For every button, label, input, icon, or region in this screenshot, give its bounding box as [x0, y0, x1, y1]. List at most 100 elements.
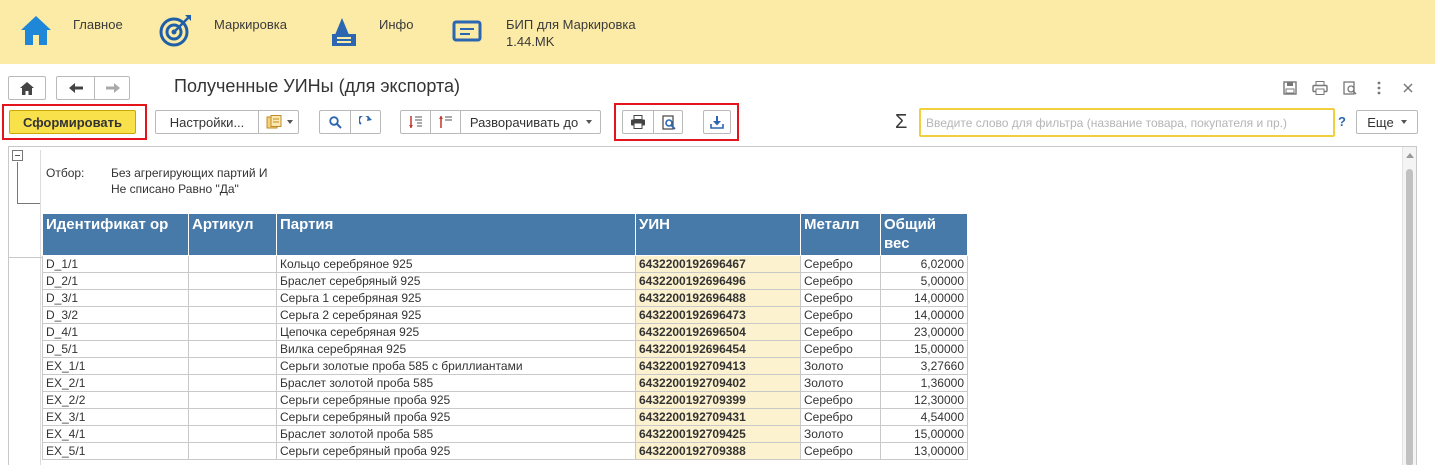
sum-icon[interactable]: Σ — [895, 111, 907, 133]
table-row[interactable]: D_1/1 Кольцо серебряное 925 64322001926964… — [42, 255, 968, 273]
cell-batch[interactable]: Браслет золотой проба 585 — [276, 374, 636, 392]
more-vertical-icon[interactable] — [1370, 79, 1388, 97]
section-bip[interactable]: БИП для Маркировка 1.44.MK — [450, 0, 650, 64]
cell-metal[interactable]: Серебро — [800, 289, 881, 307]
cell-article[interactable] — [188, 425, 277, 443]
cell-batch[interactable]: Кольцо серебряное 925 — [276, 255, 636, 273]
cell-metal[interactable]: Серебро — [800, 323, 881, 341]
print-button[interactable] — [623, 111, 653, 133]
save-icon[interactable] — [1281, 79, 1299, 97]
cell-id[interactable]: D_3/1 — [42, 289, 189, 307]
variants-dropdown[interactable] — [259, 111, 299, 133]
cell-uin[interactable]: 6432200192709402 — [635, 374, 801, 392]
cell-uin[interactable]: 6432200192709388 — [635, 442, 801, 460]
cell-weight[interactable]: 4,54000 — [880, 408, 968, 426]
preview-window-icon[interactable] — [1341, 79, 1359, 97]
cell-uin[interactable]: 6432200192709413 — [635, 357, 801, 375]
cell-uin[interactable]: 6432200192709425 — [635, 425, 801, 443]
cell-batch[interactable]: Серьги золотые проба 585 с бриллиантами — [276, 357, 636, 375]
cell-metal[interactable]: Серебро — [800, 272, 881, 290]
cell-article[interactable] — [188, 255, 277, 273]
cell-uin[interactable]: 6432200192696467 — [635, 255, 801, 273]
cell-id[interactable]: D_4/1 — [42, 323, 189, 341]
cell-article[interactable] — [188, 272, 277, 290]
filter-search-input[interactable]: Введите слово для фильтра (название това… — [919, 108, 1335, 137]
cell-id[interactable]: D_2/1 — [42, 272, 189, 290]
table-row[interactable]: EX_4/1 Браслет золотой проба 585 643220019… — [42, 425, 968, 443]
table-row[interactable]: EX_2/1 Браслет золотой проба 585 643220019… — [42, 374, 968, 392]
cell-weight[interactable]: 15,00000 — [880, 340, 968, 358]
cell-batch[interactable]: Браслет серебряный 925 — [276, 272, 636, 290]
cell-uin[interactable]: 6432200192709399 — [635, 391, 801, 409]
cell-metal[interactable]: Серебро — [800, 255, 881, 273]
settings-button[interactable]: Настройки... — [156, 111, 258, 133]
cell-weight[interactable]: 5,00000 — [880, 272, 968, 290]
cell-weight[interactable]: 15,00000 — [880, 425, 968, 443]
cell-article[interactable] — [188, 323, 277, 341]
cell-batch[interactable]: Серьга 1 серебряная 925 — [276, 289, 636, 307]
help-link[interactable]: ? — [1338, 114, 1346, 129]
table-row[interactable]: D_5/1 Вилка серебряная 925 643220019269645… — [42, 340, 968, 358]
section-info[interactable]: Инфо — [326, 0, 426, 64]
cell-batch[interactable]: Серьги серебряные проба 925 — [276, 391, 636, 409]
cell-weight[interactable]: 23,00000 — [880, 323, 968, 341]
expand-all-button[interactable] — [401, 111, 430, 133]
cell-article[interactable] — [188, 374, 277, 392]
cell-article[interactable] — [188, 442, 277, 460]
cell-id[interactable]: EX_2/1 — [42, 374, 189, 392]
table-row[interactable]: D_3/2 Серьга 2 серебряная 925 643220019269… — [42, 306, 968, 324]
cell-metal[interactable]: Золото — [800, 357, 881, 375]
cell-article[interactable] — [188, 340, 277, 358]
cell-uin[interactable]: 6432200192696496 — [635, 272, 801, 290]
cell-weight[interactable]: 12,30000 — [880, 391, 968, 409]
scroll-up-icon[interactable] — [1406, 153, 1414, 158]
cell-uin[interactable]: 6432200192696454 — [635, 340, 801, 358]
cell-batch[interactable]: Серьги серебряный проба 925 — [276, 408, 636, 426]
cell-batch[interactable]: Браслет золотой проба 585 — [276, 425, 636, 443]
cell-weight[interactable]: 14,00000 — [880, 289, 968, 307]
table-row[interactable]: D_2/1 Браслет серебряный 925 6432200192696… — [42, 272, 968, 290]
cell-metal[interactable]: Серебро — [800, 306, 881, 324]
cell-metal[interactable]: Серебро — [800, 340, 881, 358]
print-preview-button[interactable] — [654, 111, 683, 133]
cell-uin[interactable]: 6432200192709431 — [635, 408, 801, 426]
section-marking[interactable]: Маркировка — [158, 0, 298, 64]
cell-batch[interactable]: Вилка серебряная 925 — [276, 340, 636, 358]
cell-id[interactable]: D_3/2 — [42, 306, 189, 324]
table-row[interactable]: EX_2/2 Серьги серебряные проба 925 6432200… — [42, 391, 968, 409]
cell-id[interactable]: D_5/1 — [42, 340, 189, 358]
cell-id[interactable]: EX_5/1 — [42, 442, 189, 460]
cell-uin[interactable]: 6432200192696504 — [635, 323, 801, 341]
cell-article[interactable] — [188, 391, 277, 409]
find-next-button[interactable] — [351, 111, 381, 133]
cell-id[interactable]: D_1/1 — [42, 255, 189, 273]
cell-metal[interactable]: Серебро — [800, 391, 881, 409]
vertical-scrollbar[interactable] — [1402, 147, 1416, 465]
back-button[interactable] — [57, 77, 94, 99]
section-main[interactable]: Главное — [18, 0, 138, 64]
save-to-file-button[interactable] — [703, 110, 731, 134]
find-button[interactable] — [320, 111, 350, 133]
header-weight[interactable]: Общий вес — [880, 213, 968, 256]
cell-article[interactable] — [188, 408, 277, 426]
more-dropdown[interactable]: Еще — [1356, 110, 1418, 134]
table-row[interactable]: D_3/1 Серьга 1 серебряная 925 643220019269… — [42, 289, 968, 307]
cell-id[interactable]: EX_2/2 — [42, 391, 189, 409]
cell-weight[interactable]: 14,00000 — [880, 306, 968, 324]
header-uin[interactable]: УИН — [635, 213, 801, 256]
header-id[interactable]: Идентификат ор ↓≡ — [42, 200, 189, 256]
generate-button[interactable]: Сформировать — [9, 110, 136, 134]
scrollbar-thumb[interactable] — [1406, 169, 1413, 465]
header-metal[interactable]: Металл — [800, 213, 881, 256]
print-window-icon[interactable] — [1311, 79, 1329, 97]
cell-weight[interactable]: 6,02000 — [880, 255, 968, 273]
table-row[interactable]: D_4/1 Цепочка серебряная 925 6432200192696… — [42, 323, 968, 341]
cell-weight[interactable]: 1,36000 — [880, 374, 968, 392]
cell-uin[interactable]: 6432200192696488 — [635, 289, 801, 307]
cell-article[interactable] — [188, 289, 277, 307]
cell-batch[interactable]: Серьги серебряный проба 925 — [276, 442, 636, 460]
header-batch[interactable]: Партия — [276, 213, 636, 256]
cell-article[interactable] — [188, 357, 277, 375]
cell-article[interactable] — [188, 306, 277, 324]
home-button[interactable] — [8, 76, 46, 100]
